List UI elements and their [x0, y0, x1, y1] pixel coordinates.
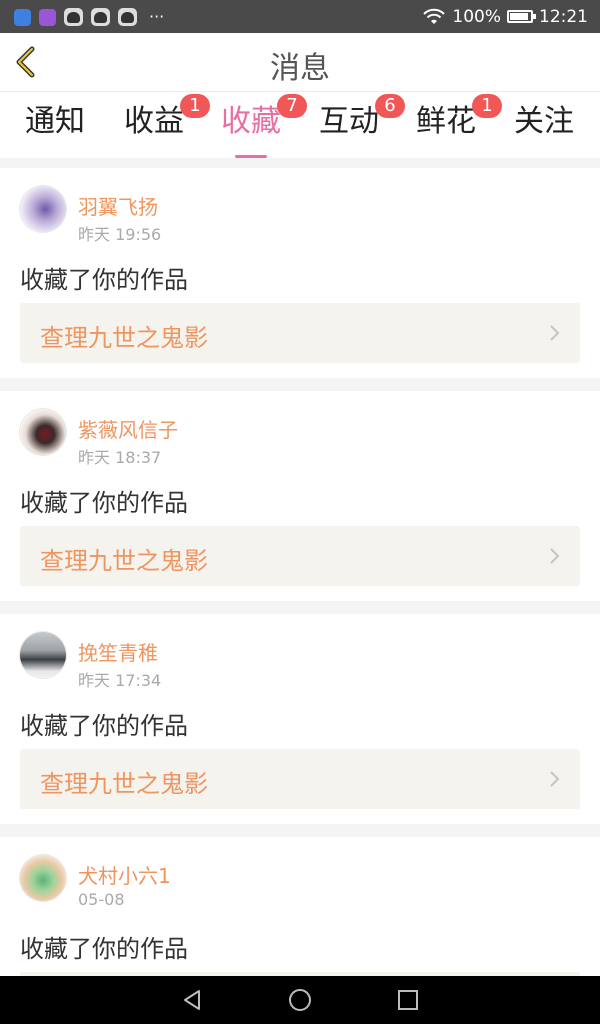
tab-interactions[interactable]: 互动 6 [300, 94, 405, 158]
message-text: 收藏了你的作品 [20, 489, 188, 517]
message-card: 紫薇风信子 昨天 18:37 收藏了你的作品 查理九世之鬼影 [0, 391, 600, 601]
timestamp: 昨天 19:56 [78, 225, 162, 244]
battery-percent: 100% [452, 6, 501, 27]
tab-following[interactable]: 关注 [495, 100, 593, 158]
work-title: 查理九世之鬼影 [40, 547, 208, 575]
gallery-app-icon [39, 8, 56, 26]
system-nav-bar [0, 976, 600, 1024]
message-card: 羽翼飞扬 昨天 19:56 收藏了你的作品 查理九世之鬼影 [0, 168, 600, 378]
more-dots-icon: ··· [149, 7, 165, 26]
header: 消息 [0, 33, 600, 92]
status-bar: ··· 100% 12:21 [0, 0, 600, 33]
k-app-icon [14, 8, 31, 26]
timestamp: 昨天 17:34 [78, 671, 162, 690]
timestamp: 昨天 18:37 [78, 448, 162, 467]
battery-icon [507, 10, 536, 23]
avatar[interactable] [20, 855, 66, 901]
work-title: 查理九世之鬼影 [40, 770, 208, 798]
avatar[interactable] [20, 186, 66, 232]
dog-app-icon [64, 8, 83, 26]
username[interactable]: 挽笙青稚 [78, 637, 158, 666]
avatar[interactable] [20, 632, 66, 678]
divider [0, 601, 600, 614]
tab-favorites[interactable]: 收藏 7 [202, 94, 307, 158]
divider [0, 378, 600, 391]
message-text: 收藏了你的作品 [20, 712, 188, 740]
tab-label: 收益 [124, 104, 184, 139]
dog-app-icon [91, 8, 110, 26]
back-triangle-icon[interactable] [180, 988, 204, 1012]
tab-bar: 通知 收益 1 收藏 7 互动 6 鲜花 1 关注 [0, 92, 600, 158]
tab-flowers[interactable]: 鲜花 1 [397, 94, 502, 158]
clock: 12:21 [539, 6, 588, 27]
divider [0, 824, 600, 837]
message-list: 羽翼飞扬 昨天 19:56 收藏了你的作品 查理九世之鬼影 紫薇风信子 昨天 1… [0, 168, 600, 1024]
tab-label: 互动 [319, 104, 379, 139]
message-text: 收藏了你的作品 [20, 935, 188, 963]
tab-label: 通知 [25, 104, 85, 139]
battery-fill [510, 13, 528, 20]
system-status: 100% 12:21 [422, 6, 588, 27]
tab-label: 关注 [514, 104, 574, 139]
work-link[interactable]: 查理九世之鬼影 [20, 749, 580, 809]
work-title: 查理九世之鬼影 [40, 324, 208, 352]
page-title: 消息 [270, 51, 330, 86]
username[interactable]: 犬村小六1 [78, 860, 171, 889]
home-circle-icon[interactable] [288, 988, 312, 1012]
work-link[interactable]: 查理九世之鬼影 [20, 303, 580, 363]
message-text: 收藏了你的作品 [20, 266, 188, 294]
chevron-right-icon [550, 771, 560, 787]
dog-app-icon [118, 8, 137, 26]
tab-earnings[interactable]: 收益 1 [105, 94, 210, 158]
username[interactable]: 紫薇风信子 [78, 414, 178, 443]
timestamp: 05-08 [78, 890, 125, 909]
divider [0, 158, 600, 168]
recents-square-icon[interactable] [396, 988, 420, 1012]
wifi-icon [423, 8, 446, 24]
notification-icons: ··· [14, 7, 164, 27]
chevron-right-icon [550, 325, 560, 341]
chevron-right-icon [550, 548, 560, 564]
message-card: 挽笙青稚 昨天 17:34 收藏了你的作品 查理九世之鬼影 [0, 614, 600, 824]
tab-label: 鲜花 [416, 104, 476, 139]
work-link[interactable]: 查理九世之鬼影 [20, 526, 580, 586]
username[interactable]: 羽翼飞扬 [78, 191, 158, 220]
tab-notifications[interactable]: 通知 [6, 100, 104, 158]
tab-label: 收藏 [221, 104, 281, 139]
avatar[interactable] [20, 409, 66, 455]
screen: ··· 100% 12:21 消息 通知 收益 1 收藏 7 互动 6 鲜花 1… [0, 0, 600, 1024]
